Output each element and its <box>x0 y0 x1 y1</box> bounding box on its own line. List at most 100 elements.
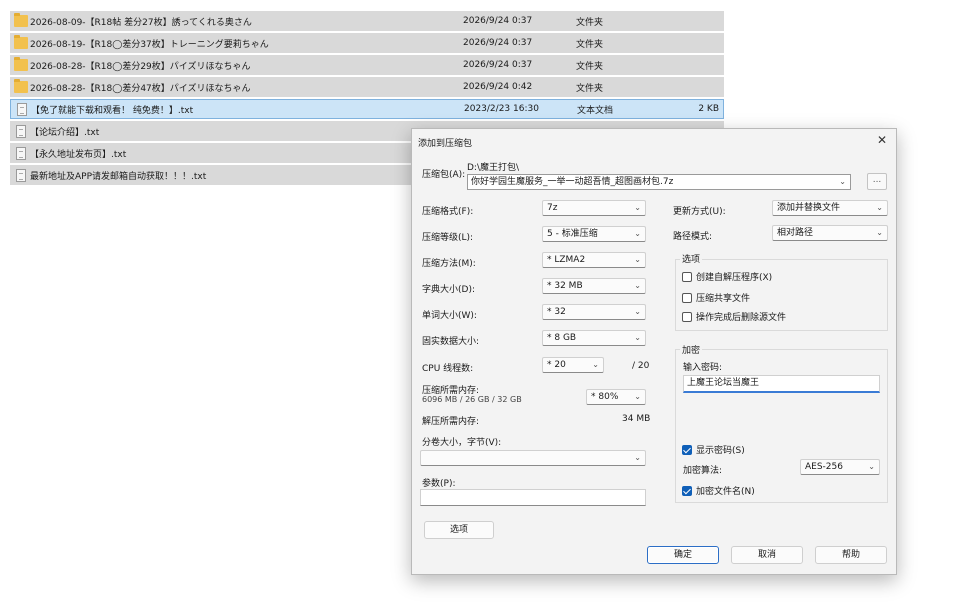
file-row-selected[interactable]: 【免了就能下载和观看！ 纯免费！】.txt 2023/2/23 16:30 文本… <box>10 99 724 119</box>
show-password-checkbox[interactable] <box>682 444 692 455</box>
method-label: 压缩方法(M): <box>422 259 476 269</box>
solid-size-select[interactable]: * 8 GB ⌄ <box>542 330 646 346</box>
file-name: 2026-08-28-【R18◯差分29枚】パイズリほなちゃん <box>30 61 251 72</box>
encryption-method-select[interactable]: AES-256 ⌄ <box>800 459 880 475</box>
file-size: 2 KB <box>698 104 719 114</box>
archive-name-value: 你好学园生魔服务_一举一动超吾情_超图画材包.7z <box>471 177 674 187</box>
path-mode-label: 路径模式: <box>673 232 713 242</box>
shared-files-checkbox-row[interactable]: 压缩共享文件 <box>682 291 750 304</box>
encryption-method-label: 加密算法: <box>683 466 723 476</box>
chevron-down-icon: ⌄ <box>634 203 641 212</box>
format-select[interactable]: 7z ⌄ <box>542 200 646 216</box>
method-value: * LZMA2 <box>547 255 586 265</box>
chevron-down-icon: ⌄ <box>839 177 846 186</box>
file-date: 2026/9/24 0:42 <box>463 82 533 92</box>
solid-size-value: * 8 GB <box>547 333 577 343</box>
cpu-threads-total: / 20 <box>632 361 650 371</box>
delete-after-checkbox-label: 操作完成后删除源文件 <box>696 313 787 323</box>
chevron-down-icon: ⌄ <box>634 281 641 290</box>
cpu-threads-label: CPU 线程数: <box>422 364 474 374</box>
dictionary-label: 字典大小(D): <box>422 285 475 295</box>
show-password-checkbox-row[interactable]: 显示密码(S) <box>682 443 745 456</box>
file-date: 2026/9/24 0:37 <box>463 60 533 70</box>
file-name: 【永久地址发布页】.txt <box>30 149 127 160</box>
method-select[interactable]: * LZMA2 ⌄ <box>542 252 646 268</box>
update-mode-select[interactable]: 添加并替换文件 ⌄ <box>772 200 888 216</box>
folder-icon <box>14 57 28 71</box>
browse-button[interactable]: ... <box>867 173 887 190</box>
archive-path: D:\魔王打包\ <box>467 163 520 173</box>
memory-usage-select[interactable]: * 80% ⌄ <box>586 389 646 405</box>
chevron-down-icon: ⌄ <box>634 392 641 401</box>
close-icon[interactable]: ✕ <box>874 132 890 148</box>
file-name: 2026-08-19-【R18◯差分37枚】トレーニング要莉ちゃん <box>30 39 269 50</box>
decompress-memory-label: 解压所需内存: <box>422 417 480 427</box>
archive-name-combo[interactable]: 你好学园生魔服务_一举一动超吾情_超图画材包.7z ⌄ <box>467 174 851 190</box>
encryption-method-value: AES-256 <box>805 462 843 472</box>
path-mode-value: 相对路径 <box>777 228 814 238</box>
word-size-label: 单词大小(W): <box>422 311 477 321</box>
file-type: 文件夹 <box>576 39 604 50</box>
file-type: 文件夹 <box>576 61 604 72</box>
parameters-label: 参数(P): <box>422 479 456 489</box>
sfx-checkbox[interactable] <box>682 271 692 282</box>
cancel-button[interactable]: 取消 <box>731 546 803 564</box>
dictionary-select[interactable]: * 32 MB ⌄ <box>542 278 646 294</box>
file-row[interactable]: 2026-08-09-【R18帖 差分27枚】誘ってくれる奥さん 2026/9/… <box>10 11 724 31</box>
delete-after-checkbox-row[interactable]: 操作完成后删除源文件 <box>682 310 786 323</box>
file-row[interactable]: 2026-08-28-【R18◯差分29枚】パイズリほなちゃん 2026/9/2… <box>10 55 724 75</box>
solid-size-label: 固实数据大小: <box>422 337 480 347</box>
add-to-archive-dialog: 添加到压缩包 ✕ 压缩包(A): D:\魔王打包\ 你好学园生魔服务_一举一动超… <box>411 128 897 575</box>
password-label: 输入密码: <box>683 363 723 373</box>
options-button[interactable]: 选项 <box>424 521 494 539</box>
file-date: 2023/2/23 16:30 <box>464 104 539 114</box>
file-name: 最新地址及APP请发邮箱自动获取！！！.txt <box>30 171 207 182</box>
file-date: 2026/9/24 0:37 <box>463 38 533 48</box>
file-type: 文本文档 <box>577 105 614 116</box>
encrypt-names-checkbox[interactable] <box>682 485 692 496</box>
chevron-down-icon: ⌄ <box>634 229 641 238</box>
decompress-memory-value: 34 MB <box>622 414 651 424</box>
encrypt-names-label: 加密文件名(N) <box>696 487 755 497</box>
folder-icon <box>14 79 28 93</box>
file-type: 文件夹 <box>576 17 604 28</box>
txt-file-icon <box>16 168 26 182</box>
format-label: 压缩格式(F): <box>422 207 474 217</box>
delete-after-checkbox[interactable] <box>682 311 692 322</box>
memory-usage-value: * 80% <box>591 392 619 402</box>
format-value: 7z <box>547 203 558 213</box>
update-mode-value: 添加并替换文件 <box>777 203 841 213</box>
chevron-down-icon: ⌄ <box>634 333 641 342</box>
txt-file-icon <box>16 146 26 160</box>
shared-files-checkbox-label: 压缩共享文件 <box>696 294 751 304</box>
ok-button[interactable]: 确定 <box>647 546 719 564</box>
cpu-threads-select[interactable]: * 20 ⌄ <box>542 357 604 373</box>
level-select[interactable]: 5 - 标准压缩 ⌄ <box>542 226 646 242</box>
memory-detail: 6096 MB / 26 GB / 32 GB <box>422 395 522 404</box>
path-mode-select[interactable]: 相对路径 ⌄ <box>772 225 888 241</box>
file-type: 文件夹 <box>576 83 604 94</box>
chevron-down-icon: ⌄ <box>868 462 875 471</box>
sfx-checkbox-label: 创建自解压程序(X) <box>696 273 773 283</box>
password-input[interactable]: 上魔王论坛当魔王 <box>683 375 880 393</box>
split-volume-combo[interactable]: ⌄ <box>420 450 646 466</box>
archive-label: 压缩包(A): <box>422 170 466 180</box>
file-row[interactable]: 2026-08-28-【R18◯差分47枚】パイズリほなちゃん 2026/9/2… <box>10 77 724 97</box>
word-size-select[interactable]: * 32 ⌄ <box>542 304 646 320</box>
chevron-down-icon: ⌄ <box>592 360 599 369</box>
file-name: 【免了就能下载和观看！ 纯免费！】.txt <box>31 105 194 116</box>
txt-file-icon <box>17 102 27 116</box>
split-volume-label: 分卷大小，字节(V): <box>422 438 502 448</box>
word-size-value: * 32 <box>547 307 566 317</box>
parameters-input[interactable] <box>420 489 646 506</box>
chevron-down-icon: ⌄ <box>876 203 883 212</box>
help-button[interactable]: 帮助 <box>815 546 887 564</box>
encryption-group-title: 加密 <box>680 343 703 356</box>
dictionary-value: * 32 MB <box>547 281 583 291</box>
cpu-threads-value: * 20 <box>547 360 566 370</box>
chevron-down-icon: ⌄ <box>634 453 641 462</box>
sfx-checkbox-row[interactable]: 创建自解压程序(X) <box>682 270 772 283</box>
encrypt-names-checkbox-row[interactable]: 加密文件名(N) <box>682 484 755 497</box>
file-row[interactable]: 2026-08-19-【R18◯差分37枚】トレーニング要莉ちゃん 2026/9… <box>10 33 724 53</box>
shared-files-checkbox[interactable] <box>682 292 692 303</box>
